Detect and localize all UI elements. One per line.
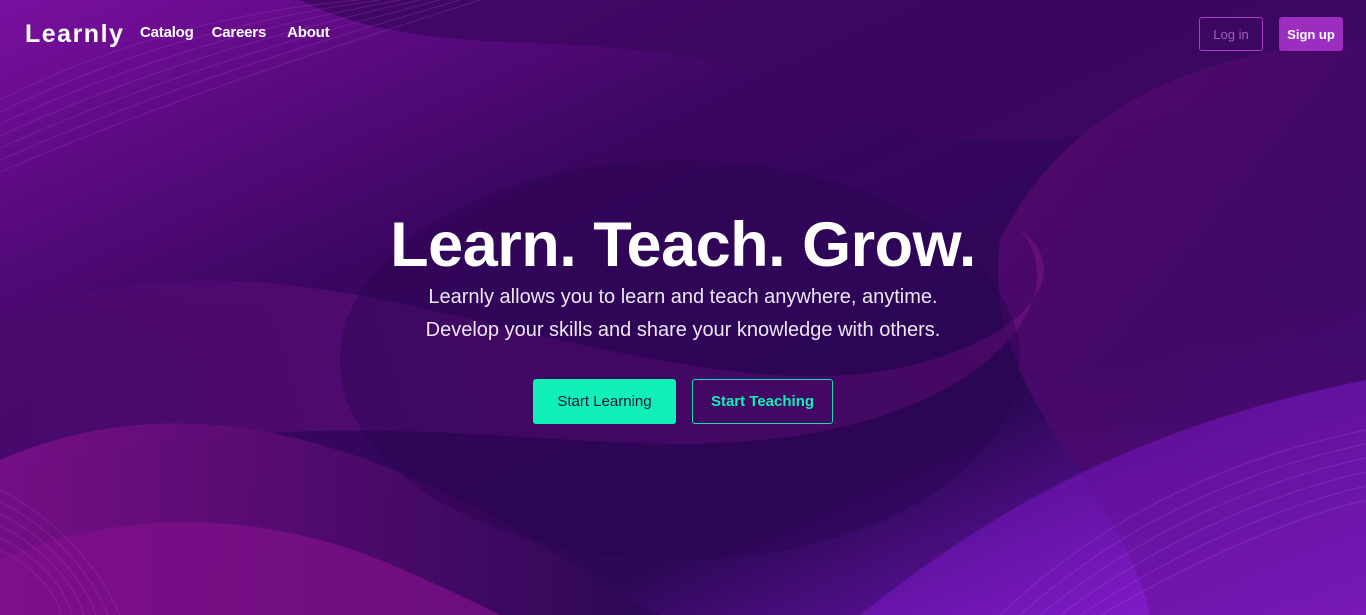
login-button[interactable]: Log in: [1199, 17, 1263, 51]
brand-logo[interactable]: Learnly: [25, 19, 124, 49]
nav-link-catalog[interactable]: Catalog: [140, 24, 194, 42]
start-learning-button[interactable]: Start Learning: [533, 379, 676, 424]
hero-section: Learn. Teach. Grow. Learnly allows you t…: [0, 205, 1366, 347]
hero-title: Learn. Teach. Grow.: [390, 210, 976, 280]
start-teaching-button[interactable]: Start Teaching: [692, 379, 833, 424]
nav-link-about[interactable]: About: [287, 24, 330, 42]
nav-links: Catalog Careers About: [140, 24, 347, 42]
top-nav: Learnly Catalog Careers About Log in Sig…: [0, 0, 1366, 68]
signup-button[interactable]: Sign up: [1279, 17, 1343, 51]
nav-link-careers[interactable]: Careers: [212, 24, 267, 42]
hero-subtitle-line2: Develop your skills and share your knowl…: [425, 319, 941, 341]
cta-row: Start Learning Start Teaching: [533, 379, 833, 424]
hero-subtitle-line1: Learnly allows you to learn and teach an…: [428, 286, 938, 308]
